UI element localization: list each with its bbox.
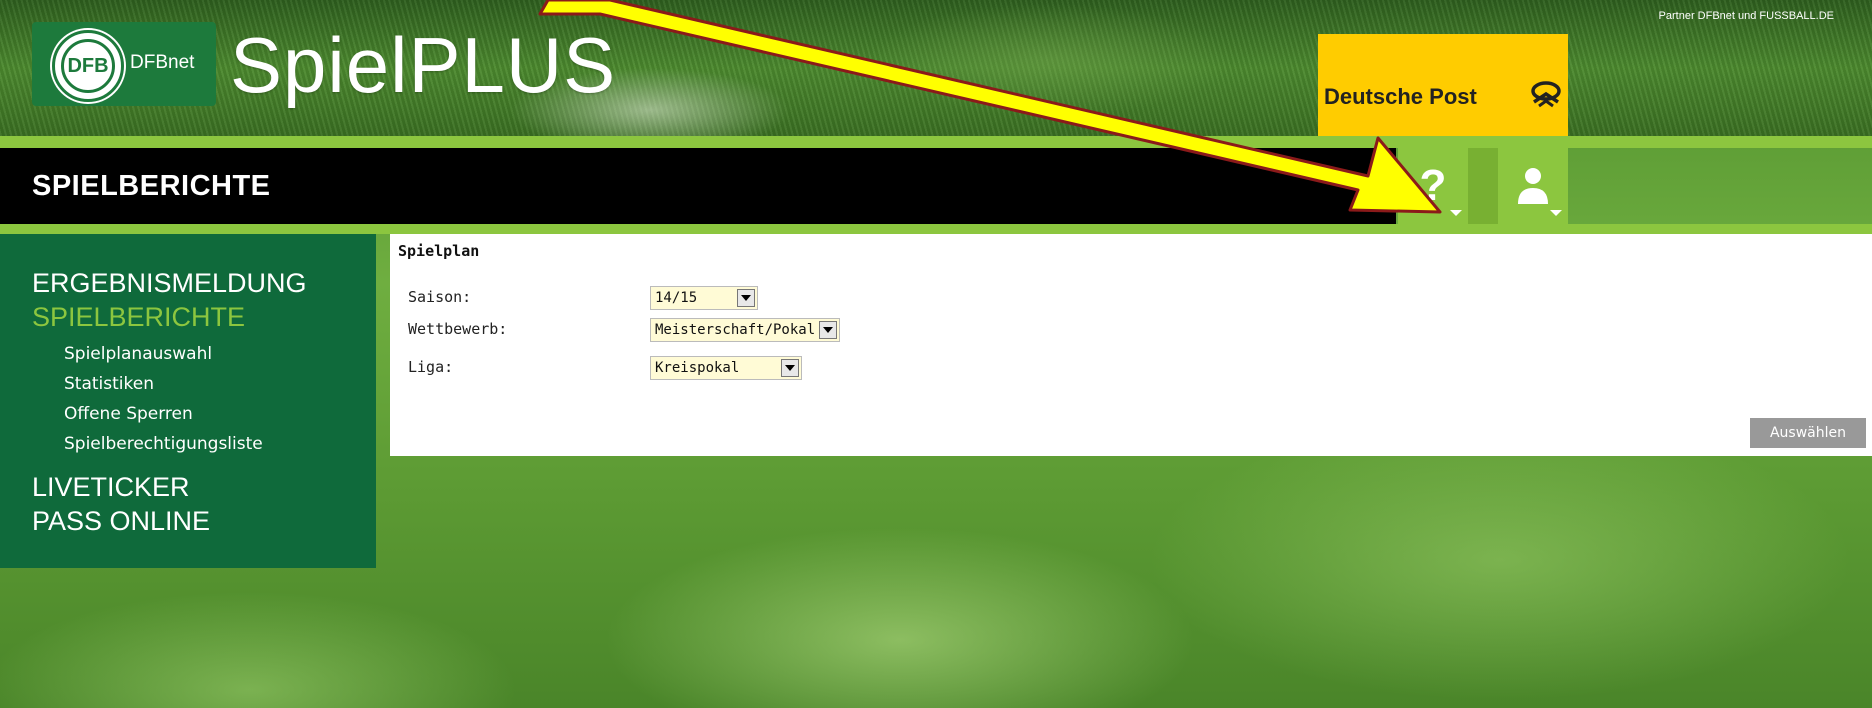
liga-value: Kreispokal [655,360,740,376]
chevron-down-icon [1450,210,1462,216]
sidebar-subitem-statistiken[interactable]: Statistiken [64,374,154,394]
sidebar-subitem-spielplanauswahl[interactable]: Spielplanauswahl [64,344,212,364]
toolbar-gap [1468,148,1498,224]
sponsor-banner[interactable]: Deutsche Post [1318,34,1568,136]
user-icon [1518,168,1548,204]
page-title-bar: SPIELBERICHTE [0,148,1396,224]
liga-select[interactable]: Kreispokal [650,356,802,380]
sponsor-label: Deutsche Post [1324,84,1477,109]
header-divider [0,136,1872,148]
sidebar-item-pass-online[interactable]: PASS ONLINE [32,506,210,537]
liga-label: Liga: [408,358,454,376]
question-mark-icon: ? [1419,161,1447,210]
saison-select[interactable]: 14/15 [650,286,758,310]
sidebar-subitem-offene-sperren[interactable]: Offene Sperren [64,404,193,424]
user-menu-button[interactable] [1498,148,1568,224]
sidebar-item-liveticker[interactable]: LIVETICKER [32,472,190,503]
dropdown-arrow-icon[interactable] [737,289,755,307]
partner-text: Partner DFBnet und FUSSBALL.DE [1658,10,1834,22]
chevron-down-icon [1550,210,1562,216]
sidebar-subitem-spielberechtigungsliste[interactable]: Spielberechtigungsliste [64,434,263,454]
help-button[interactable]: ? [1398,148,1468,224]
sidebar-item-spielberichte[interactable]: SPIELBERICHTE [32,302,245,333]
sidebar-item-ergebnismeldung[interactable]: ERGEBNISMELDUNG [32,268,307,299]
wettbewerb-select[interactable]: Meisterschaft/Pokal [650,318,840,342]
title-bar-divider [0,224,1872,234]
top-header: DFB DFBnet SpielPLUS Partner DFBnet und … [0,0,1872,136]
dropdown-arrow-icon[interactable] [819,321,837,339]
app-title: SpielPLUS [230,21,617,109]
spielplan-panel: Spielplan Saison: 14/15 Wettbewerb: Meis… [390,234,1872,456]
logo-text: DFBnet [130,52,195,73]
saison-label: Saison: [408,288,472,306]
dfb-emblem-icon: DFB [52,30,124,102]
wettbewerb-value: Meisterschaft/Pokal [655,322,816,338]
wettbewerb-label: Wettbewerb: [408,320,508,338]
dfbnet-logo[interactable]: DFB DFBnet [32,22,216,106]
posthorn-icon [1531,81,1561,108]
auswaehlen-button[interactable]: Auswählen [1750,418,1866,448]
saison-value: 14/15 [655,290,698,306]
sidebar: ERGEBNISMELDUNG SPIELBERICHTE Spielplana… [0,234,376,568]
panel-title: Spielplan [398,242,480,260]
dropdown-arrow-icon[interactable] [781,359,799,377]
page-title: SPIELBERICHTE [32,170,271,202]
